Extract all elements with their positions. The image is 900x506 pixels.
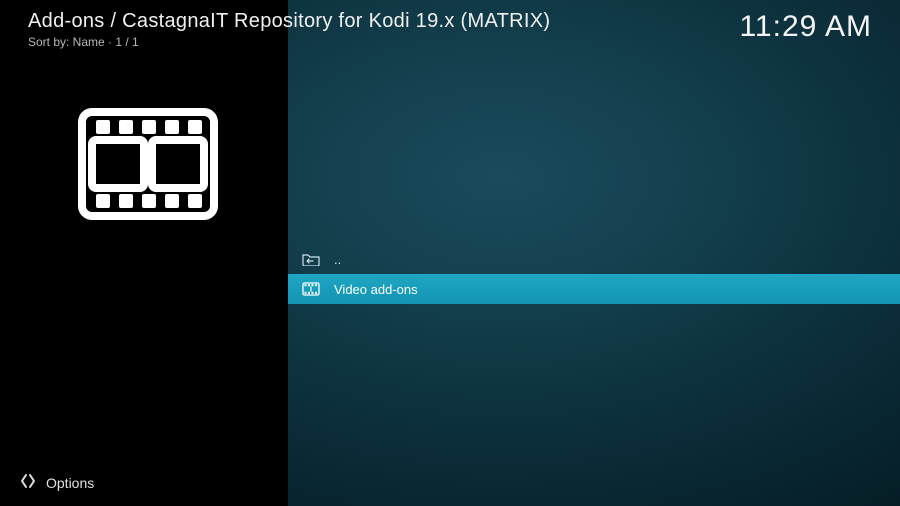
sort-info: Sort by: Name · 1 / 1 [28,35,550,49]
clock: 11:29 AM [739,10,872,44]
list-item-label: Video add-ons [334,282,418,297]
options-button[interactable]: Options [20,473,94,492]
sidebar: Options [0,0,288,506]
header-left: Add-ons / CastagnaIT Repository for Kodi… [28,10,550,49]
breadcrumb: Add-ons / CastagnaIT Repository for Kodi… [28,10,550,33]
main-pane: .. Video add-ons [288,0,900,506]
list-item-parent[interactable]: .. [288,244,900,274]
options-arrows-icon [20,473,36,492]
options-label: Options [46,475,94,491]
list-item-video-addons[interactable]: Video add-ons [288,274,900,304]
film-icon [302,282,320,296]
folder-up-icon [302,252,320,266]
category-list: .. Video add-ons [288,244,900,304]
list-item-label: .. [334,252,341,267]
video-addon-category-icon [78,108,218,220]
header: Add-ons / CastagnaIT Repository for Kodi… [28,10,872,49]
